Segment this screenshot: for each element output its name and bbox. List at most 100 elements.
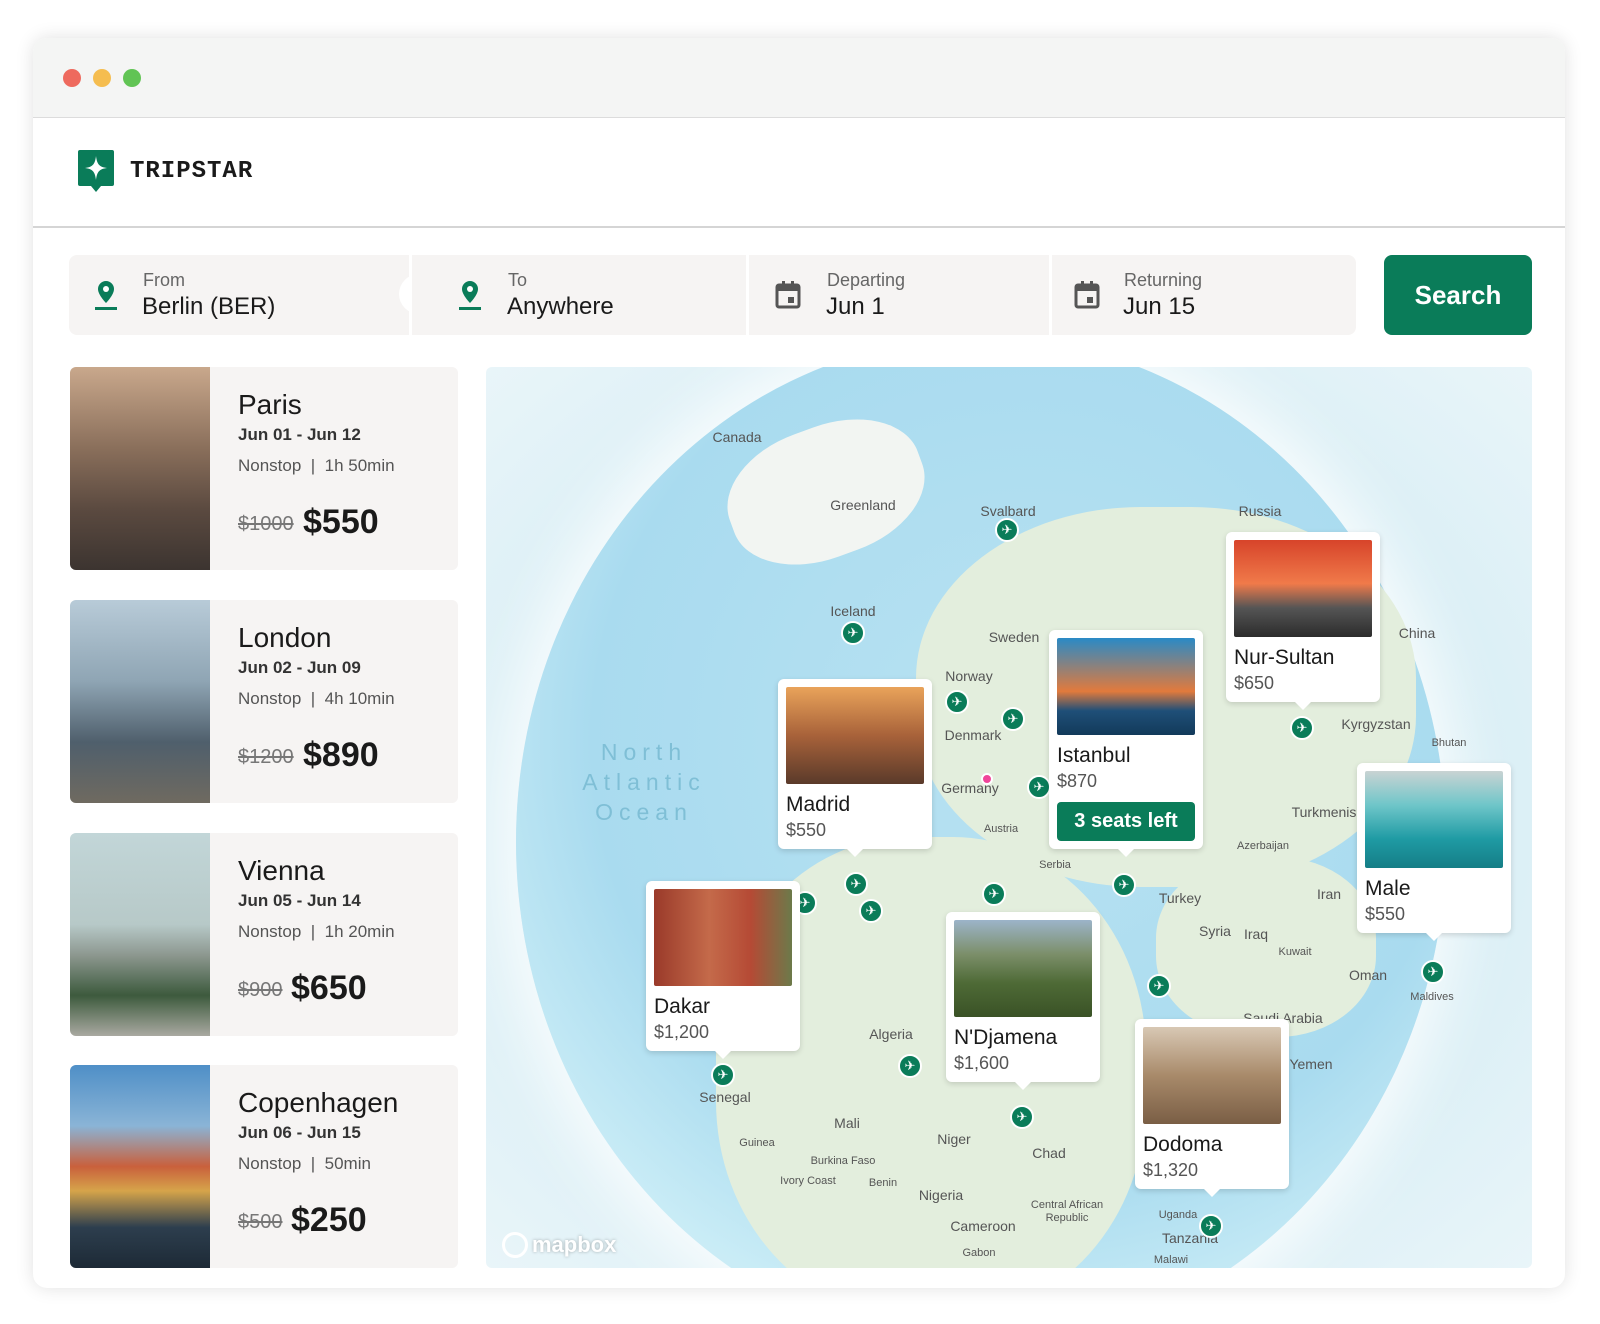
map-country-label: Cameroon [950,1218,1015,1234]
from-value: Berlin (BER) [142,293,275,321]
flight-pin-icon[interactable]: ✈ [1421,960,1445,984]
card-old-price: $1200 [238,746,294,769]
from-field[interactable]: From Berlin (BER) [69,255,409,335]
mapbox-logo-icon [502,1232,528,1258]
map-country-label: Yemen [1289,1056,1332,1072]
map-country-label: Malawi [1154,1254,1188,1266]
search-button[interactable]: Search [1384,255,1532,335]
popup-dakar[interactable]: Dakar $1,200 [646,881,800,1051]
vienna-photo [70,833,210,1036]
card-price: $250 [291,1201,367,1240]
map-country-label: Mali [834,1115,860,1131]
popup-istanbul[interactable]: Istanbul $870 3 seats left [1049,630,1203,849]
flight-pin-icon[interactable]: ✈ [1027,775,1051,799]
flight-pin-icon[interactable]: ✈ [711,1063,735,1087]
popup-price: $870 [1057,771,1195,792]
calendar-icon [1074,279,1100,311]
map-country-label: Maldives [1410,991,1453,1003]
dodoma-photo [1143,1027,1281,1124]
card-dates: Jun 05 - Jun 14 [238,891,361,911]
card-price: $550 [303,503,379,542]
map-country-label: Svalbard [980,503,1035,519]
flight-pin-icon[interactable]: ✈ [1010,1105,1034,1129]
madrid-photo [786,687,924,784]
to-label: To [508,270,527,291]
map-country-label: Niger [937,1131,970,1147]
card-dates: Jun 06 - Jun 15 [238,1123,361,1143]
map-country-label: Russia [1239,503,1282,519]
from-label: From [143,270,185,291]
ndjamena-photo [954,920,1092,1017]
map-country-label: Azerbaijan [1237,840,1289,852]
title-bar [33,38,1565,118]
flight-pin-icon[interactable]: ✈ [1199,1214,1223,1238]
nur-sultan-photo [1234,540,1372,637]
result-card-copenhagen[interactable]: Copenhagen Jun 06 - Jun 15 Nonstop | 50m… [70,1065,458,1268]
brand-name: TRIPSTAR [130,158,253,185]
popup-male[interactable]: Male $550 [1357,763,1511,933]
popup-ndjamena[interactable]: N'Djamena $1,600 [946,912,1100,1082]
popup-city: Nur-Sultan [1234,646,1372,670]
card-old-price: $1000 [238,513,294,536]
map-country-label: Iceland [830,603,875,619]
departing-value: Jun 1 [826,293,885,321]
map-country-label: Chad [1032,1145,1065,1161]
map-country-label: Burkina Faso [811,1155,876,1167]
flight-pin-icon[interactable]: ✈ [898,1054,922,1078]
returning-label: Returning [1124,270,1202,291]
result-card-paris[interactable]: Paris Jun 01 - Jun 12 Nonstop | 1h 50min… [70,367,458,570]
flight-pin-icon[interactable]: ✈ [1001,707,1025,731]
london-photo [70,600,210,803]
popup-nur-sultan[interactable]: Nur-Sultan $650 [1226,532,1380,702]
mapbox-attribution[interactable]: mapbox [502,1232,616,1258]
tripstar-logo-icon[interactable] [78,150,114,192]
app-header: TRIPSTAR [33,118,1565,228]
map-country-label: Turkmenis [1292,804,1357,820]
flight-pin-icon[interactable]: ✈ [1290,716,1314,740]
paris-photo [70,367,210,570]
ocean-label: NorthAtlanticOcean [582,737,705,827]
card-meta: Nonstop | 1h 20min [238,922,395,942]
departing-field[interactable]: Departing Jun 1 [749,255,1049,335]
to-field[interactable]: To Anywhere [412,255,746,335]
card-city: Vienna [238,855,325,887]
calendar-icon [775,279,801,311]
flight-pin-icon[interactable]: ✈ [1147,974,1171,998]
flight-pin-icon[interactable]: ✈ [844,872,868,896]
flight-pin-icon[interactable]: ✈ [945,690,969,714]
card-meta: Nonstop | 50min [238,1154,371,1174]
map-country-label: Turkey [1159,890,1201,906]
map-country-label: China [1399,625,1436,641]
popup-dodoma[interactable]: Dodoma $1,320 [1135,1019,1289,1189]
map-country-label: Bhutan [1432,737,1467,749]
popup-price: $650 [1234,673,1372,694]
close-window-button[interactable] [63,69,81,87]
destinations-map[interactable]: NorthAtlanticOcean CanadaGreenlandSvalba… [486,367,1532,1268]
card-city: Copenhagen [238,1087,398,1119]
popup-price: $550 [1365,904,1503,925]
male-photo [1365,771,1503,868]
card-dates: Jun 01 - Jun 12 [238,425,361,445]
returning-field[interactable]: Returning Jun 15 [1052,255,1356,335]
flight-pin-icon[interactable]: ✈ [995,518,1019,542]
flight-pin-icon[interactable]: ✈ [982,882,1006,906]
popup-city: N'Djamena [954,1026,1092,1050]
map-country-label: Kuwait [1278,946,1311,958]
flight-pin-icon[interactable]: ✈ [859,899,883,923]
popup-city: Dodoma [1143,1133,1281,1157]
map-country-label: Guinea [739,1137,774,1149]
minimize-window-button[interactable] [93,69,111,87]
seats-left-badge: 3 seats left [1057,802,1195,841]
card-city: London [238,622,331,654]
result-card-london[interactable]: London Jun 02 - Jun 09 Nonstop | 4h 10mi… [70,600,458,803]
maximize-window-button[interactable] [123,69,141,87]
location-pin-icon [457,279,483,311]
flight-pin-icon[interactable]: ✈ [1112,873,1136,897]
departing-label: Departing [827,270,905,291]
flight-pin-icon[interactable]: ✈ [841,621,865,645]
result-card-vienna[interactable]: Vienna Jun 05 - Jun 14 Nonstop | 1h 20mi… [70,833,458,1036]
map-country-label: Syria [1199,923,1231,939]
card-price: $650 [291,969,367,1008]
popup-madrid[interactable]: Madrid $550 [778,679,932,849]
popup-price: $1,320 [1143,1160,1281,1181]
